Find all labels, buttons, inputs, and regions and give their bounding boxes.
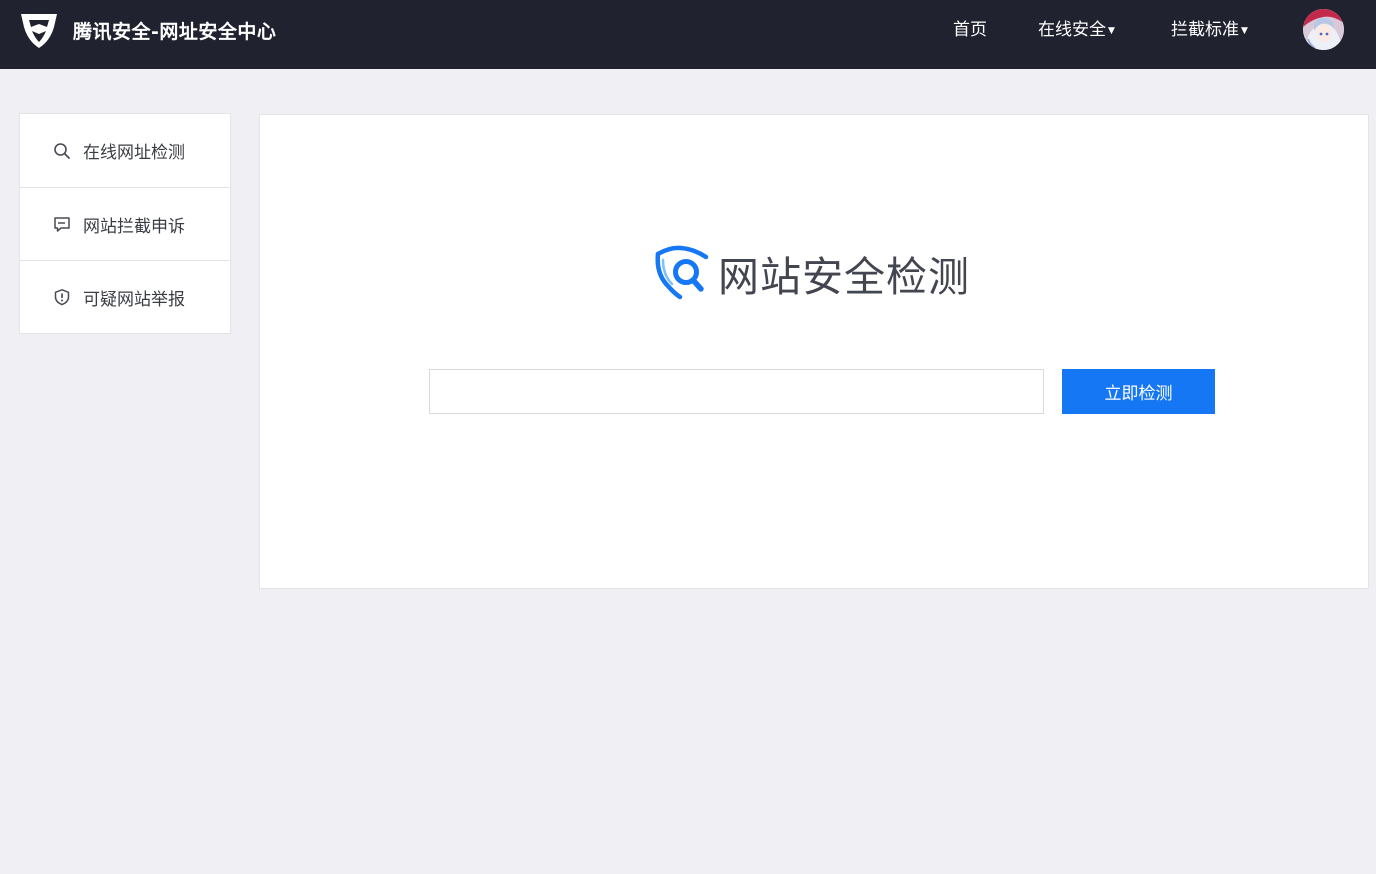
sidebar-item-url-check[interactable]: 在线网址检测: [20, 114, 230, 187]
page-title: 网站安全检测: [718, 253, 970, 301]
user-avatar[interactable]: [1303, 9, 1344, 50]
nav-online-security[interactable]: 在线安全 ▼: [1038, 18, 1115, 42]
brand[interactable]: 腾讯安全-网址安全中心: [18, 9, 276, 51]
sidebar-item-label: 可疑网站举报: [83, 289, 185, 310]
avatar-image: [1303, 9, 1344, 50]
detection-header: 网站安全检测: [652, 243, 970, 303]
site-title: 腾讯安全-网址安全中心: [73, 20, 277, 43]
url-input[interactable]: [429, 369, 1044, 414]
caret-down-icon: ▼: [1108, 26, 1115, 36]
nav-home[interactable]: 首页: [953, 18, 987, 42]
chat-bubble-icon: [54, 217, 70, 232]
tencent-security-logo-icon: [21, 14, 57, 48]
sidebar-item-intercept-appeal[interactable]: 网站拦截申诉: [20, 187, 230, 260]
sidebar-item-suspicious-report[interactable]: 可疑网站举报: [20, 260, 230, 333]
sidebar-item-label: 网站拦截申诉: [83, 216, 185, 237]
nav-intercept-standards-label: 拦截标准: [1171, 20, 1239, 40]
nav-online-security-label: 在线安全: [1038, 20, 1106, 40]
search-icon: [54, 142, 70, 159]
top-nav-bar: 腾讯安全-网址安全中心 首页 在线安全 ▼ 拦截标准 ▼: [0, 0, 1376, 69]
caret-down-icon: ▼: [1241, 26, 1248, 36]
shield-alert-icon: [54, 289, 70, 306]
main-panel: 网站安全检测 立即检测: [259, 114, 1369, 589]
nav-intercept-standards[interactable]: 拦截标准 ▼: [1171, 18, 1248, 42]
check-now-button[interactable]: 立即检测: [1062, 369, 1215, 414]
nav-home-label: 首页: [953, 20, 987, 40]
sidebar-item-label: 在线网址检测: [83, 143, 185, 163]
shield-search-icon: [655, 245, 709, 300]
sidebar: 在线网址检测 网站拦截申诉 可疑网站举报: [19, 113, 231, 334]
